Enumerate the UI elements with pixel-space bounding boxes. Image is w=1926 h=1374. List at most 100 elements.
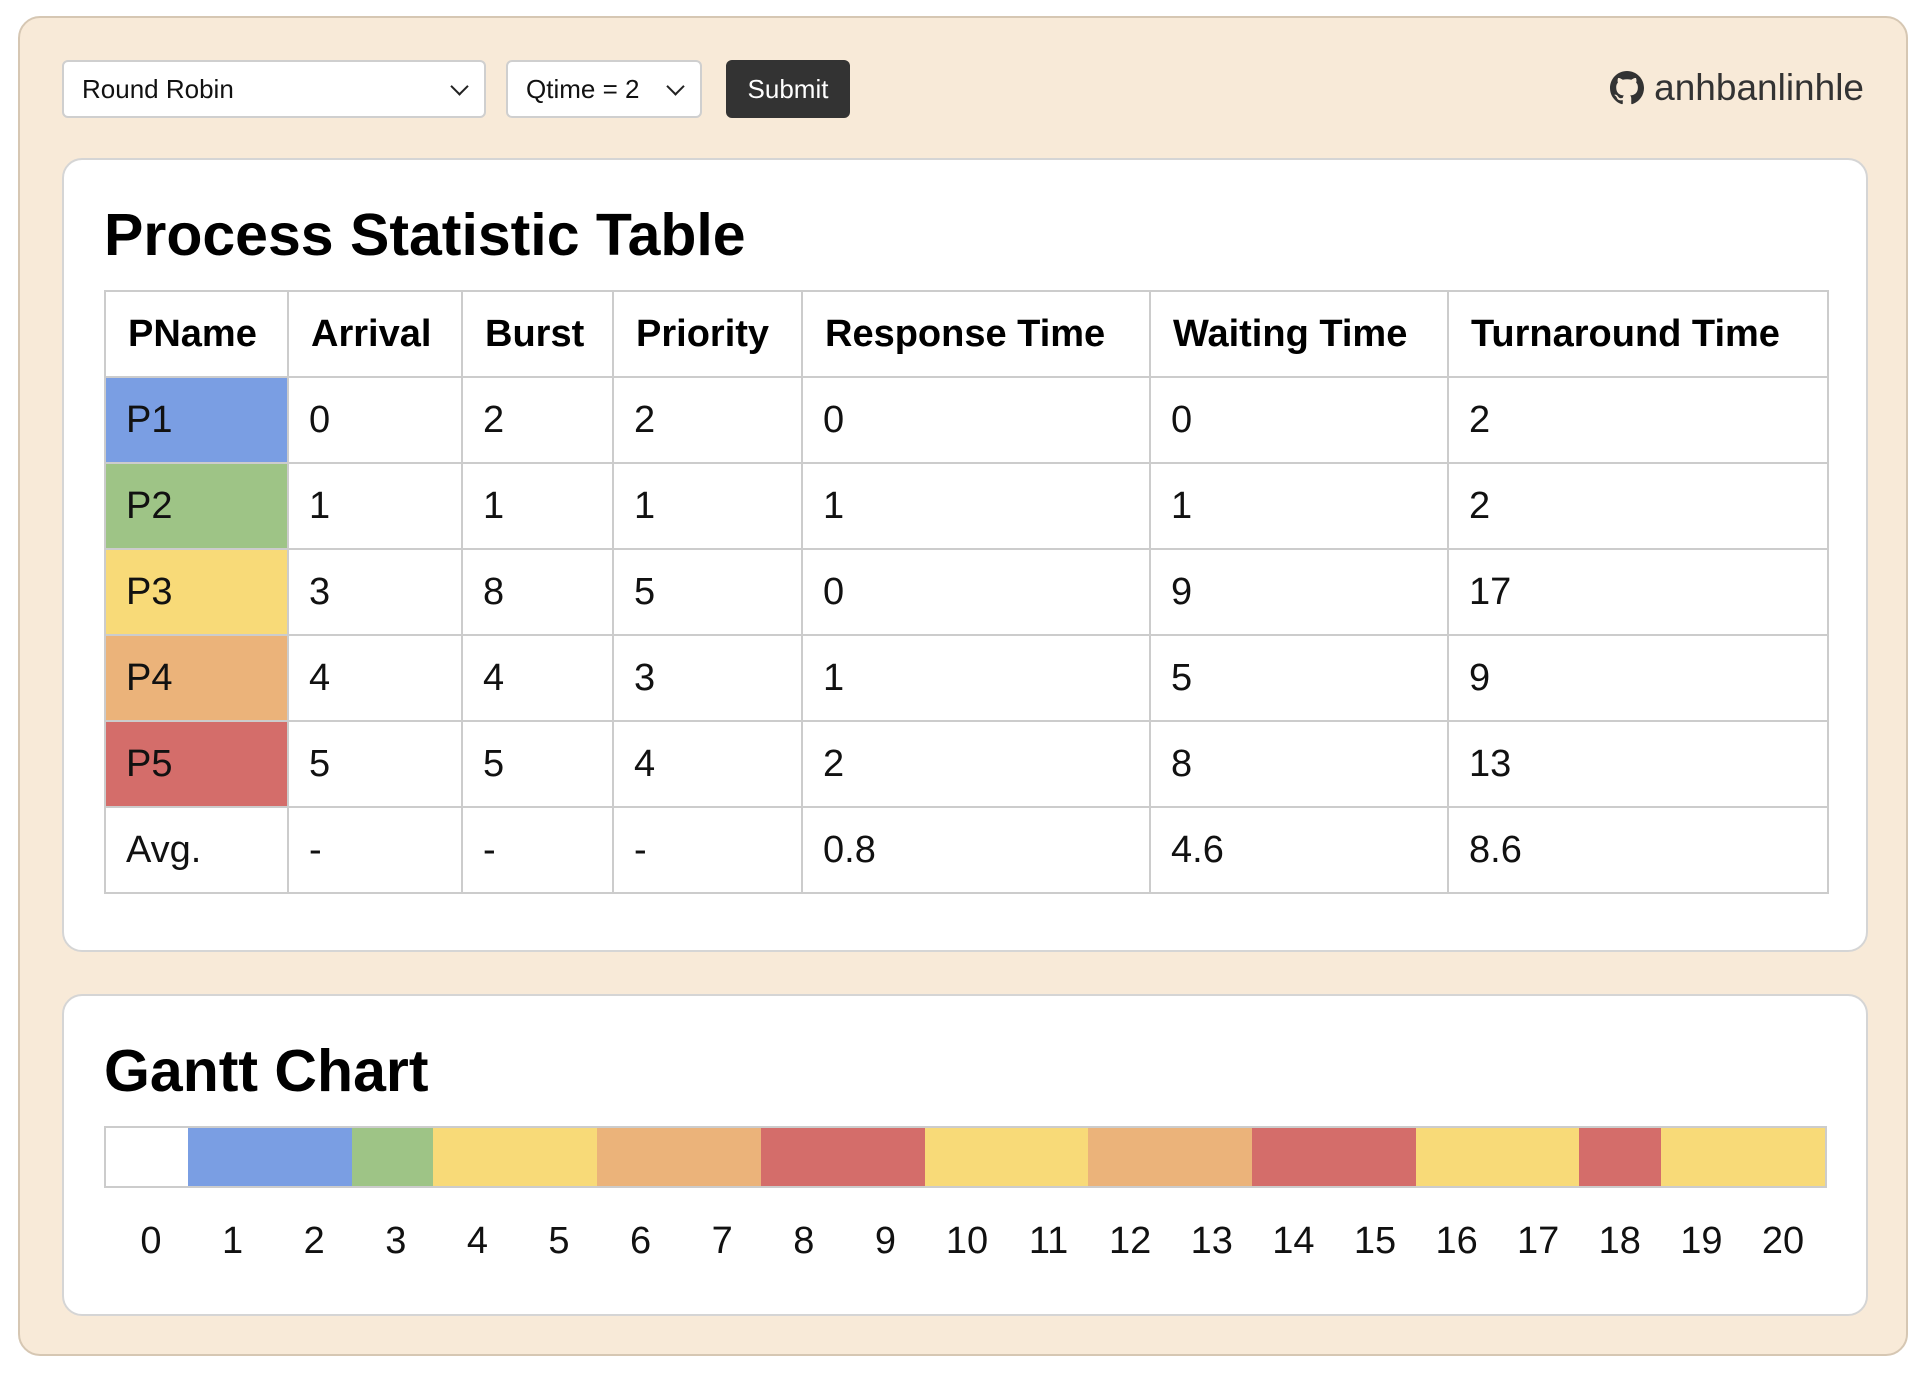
process-name-cell: P3 xyxy=(104,548,289,636)
table-cell: 0 xyxy=(287,376,463,464)
gantt-tick-label: 1 xyxy=(222,1220,244,1262)
gantt-tick-label: 17 xyxy=(1517,1220,1560,1262)
algorithm-select[interactable]: Round Robin xyxy=(62,60,486,118)
gantt-tick-label: 3 xyxy=(385,1220,407,1262)
gantt-segment-p3 xyxy=(433,1128,598,1186)
table-header-row: PName Arrival Burst Priority Response Ti… xyxy=(104,290,1829,378)
gantt-segment-p4 xyxy=(1088,1128,1253,1186)
gantt-segment-p4 xyxy=(597,1128,761,1186)
table-cell: 0 xyxy=(1149,376,1449,464)
app-container: Round Robin Qtime = 2 Submit anhbanlinhl… xyxy=(18,16,1908,1356)
gantt-segment-p5 xyxy=(760,1128,925,1186)
process-statistic-table: PName Arrival Burst Priority Response Ti… xyxy=(104,290,1829,894)
process-statistic-title: Process Statistic Table xyxy=(104,202,746,268)
gantt-segment-p5 xyxy=(1579,1128,1662,1186)
table-row: P3 3 8 5 0 9 17 xyxy=(104,548,1829,636)
table-cell: 5 xyxy=(612,548,803,636)
table-cell: - xyxy=(287,806,463,894)
qtime-select[interactable]: Qtime = 2 xyxy=(506,60,702,118)
chevron-down-icon xyxy=(450,77,469,96)
table-cell: 3 xyxy=(287,548,463,636)
table-cell: 2 xyxy=(1447,376,1829,464)
column-header: Turnaround Time xyxy=(1447,290,1829,378)
table-cell: 1 xyxy=(1149,462,1449,550)
toolbar: Round Robin Qtime = 2 Submit anhbanlinhl… xyxy=(62,60,1864,120)
table-cell: 8 xyxy=(1149,720,1449,808)
average-row: Avg. - - - 0.8 4.6 8.6 xyxy=(104,806,1829,894)
table-cell: 4.6 xyxy=(1149,806,1449,894)
column-header: Burst xyxy=(461,290,614,378)
github-icon xyxy=(1610,71,1645,105)
process-name-cell: P1 xyxy=(104,376,289,464)
gantt-segment-p2 xyxy=(351,1128,434,1186)
table-cell: - xyxy=(461,806,614,894)
gantt-segment-p3 xyxy=(1661,1128,1826,1186)
gantt-tick-label: 15 xyxy=(1353,1220,1397,1262)
gantt-tick-label: 10 xyxy=(945,1220,989,1262)
gantt-tick-label: 4 xyxy=(466,1220,488,1262)
table-cell: 8 xyxy=(461,548,614,636)
gantt-segment-p3 xyxy=(1415,1128,1580,1186)
table-cell: 2 xyxy=(612,376,803,464)
table-cell: 4 xyxy=(287,634,463,722)
table-cell: 4 xyxy=(612,720,803,808)
table-cell: 0 xyxy=(801,548,1151,636)
table-cell: 9 xyxy=(1149,548,1449,636)
gantt-tick-label: 11 xyxy=(1028,1220,1069,1262)
table-cell: 5 xyxy=(287,720,463,808)
table-cell: 0.8 xyxy=(801,806,1151,894)
table-cell: - xyxy=(612,806,803,894)
gantt-segment-p1 xyxy=(187,1128,352,1186)
table-cell: 1 xyxy=(801,634,1151,722)
table-cell: 5 xyxy=(1149,634,1449,722)
gantt-tick-label: 2 xyxy=(303,1220,325,1262)
table-cell: 1 xyxy=(287,462,463,550)
process-name-cell: P2 xyxy=(104,462,289,550)
column-header: Response Time xyxy=(801,290,1151,378)
gantt-tick-label: 9 xyxy=(874,1220,896,1262)
table-cell: 1 xyxy=(461,462,614,550)
github-username: anhbanlinhle xyxy=(1654,67,1864,108)
column-header: PName xyxy=(104,290,289,378)
gantt-tick-label: 13 xyxy=(1190,1220,1233,1262)
column-header: Priority xyxy=(612,290,803,378)
qtime-select-value: Qtime = 2 xyxy=(526,73,640,104)
column-header: Waiting Time xyxy=(1149,290,1449,378)
table-row: P5 5 5 4 2 8 13 xyxy=(104,720,1829,808)
gantt-tick-label: 6 xyxy=(630,1220,652,1262)
table-cell: 4 xyxy=(461,634,614,722)
submit-button[interactable]: Submit xyxy=(726,60,850,118)
table-cell: 2 xyxy=(1447,462,1829,550)
gantt-tick-label: 8 xyxy=(793,1220,815,1262)
table-cell: 2 xyxy=(801,720,1151,808)
process-name-cell: P4 xyxy=(104,634,289,722)
chevron-down-icon xyxy=(666,77,685,96)
average-label: Avg. xyxy=(104,806,289,894)
table-cell: 13 xyxy=(1447,720,1829,808)
table-row: P4 4 4 3 1 5 9 xyxy=(104,634,1829,722)
table-cell: 5 xyxy=(461,720,614,808)
github-profile-link[interactable]: anhbanlinhle xyxy=(1610,62,1864,114)
table-cell: 1 xyxy=(801,462,1151,550)
table-cell: 2 xyxy=(461,376,614,464)
table-cell: 0 xyxy=(801,376,1151,464)
column-header: Arrival xyxy=(287,290,463,378)
gantt-tick-label: 5 xyxy=(548,1220,570,1262)
table-cell: 1 xyxy=(612,462,803,550)
gantt-tick-label: 16 xyxy=(1435,1220,1478,1262)
gantt-segment-idle xyxy=(106,1128,188,1186)
gantt-tick-label: 18 xyxy=(1598,1220,1641,1262)
gantt-tick-label: 7 xyxy=(711,1220,733,1262)
gantt-bar xyxy=(104,1126,1827,1188)
gantt-tick-label: 20 xyxy=(1761,1220,1805,1262)
table-row: P2 1 1 1 1 1 2 xyxy=(104,462,1829,550)
table-cell: 8.6 xyxy=(1447,806,1829,894)
gantt-segment-p3 xyxy=(924,1128,1089,1186)
table-cell: 3 xyxy=(612,634,803,722)
algorithm-select-value: Round Robin xyxy=(82,73,234,104)
gantt-tick-label: 0 xyxy=(140,1220,162,1262)
gantt-tick-label: 19 xyxy=(1680,1220,1723,1262)
gantt-chart-card: Gantt Chart 0 1 2 3 4 5 6 7 8 9 10 11 12 13 14 15 16 17 18… xyxy=(62,994,1868,1316)
gantt-segment-p5 xyxy=(1252,1128,1416,1186)
gantt-chart-title: Gantt Chart xyxy=(104,1038,429,1104)
